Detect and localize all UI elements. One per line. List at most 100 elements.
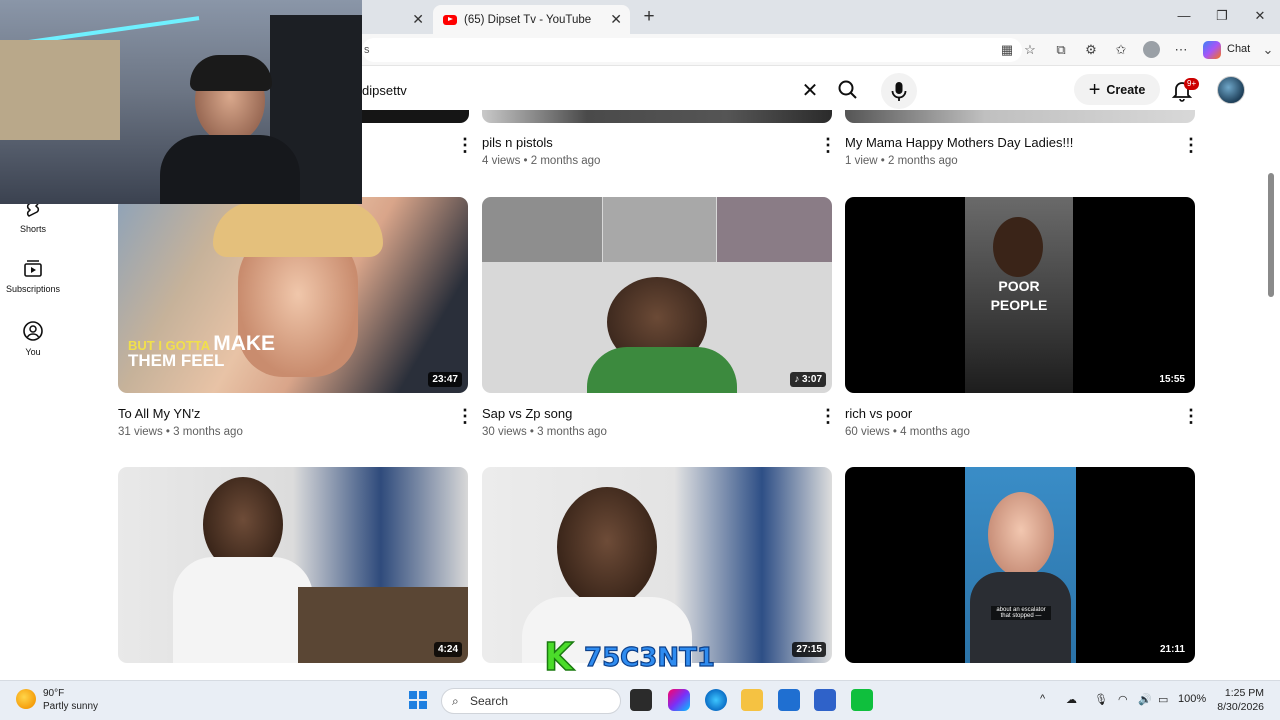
webcam-hat	[190, 55, 272, 91]
video-menu-icon[interactable]	[1182, 135, 1200, 157]
guide-item-you[interactable]: You	[0, 320, 66, 357]
search-icon	[838, 80, 857, 99]
edge-browser-icon[interactable]	[705, 689, 727, 711]
weather-temp[interactable]: 90°F	[43, 688, 64, 699]
weather-desc: Partly sunny	[43, 701, 99, 712]
video-duration: ♪ 3:07	[790, 372, 826, 387]
search-icon: ⌕	[452, 694, 459, 708]
chat-label[interactable]: Chat	[1227, 43, 1250, 55]
guide-item-subscriptions[interactable]: Subscriptions	[0, 257, 66, 294]
volume-icon[interactable]: 🔊	[1138, 693, 1152, 706]
video-title[interactable]: rich vs poor	[845, 406, 912, 421]
video-title[interactable]: My Mama Happy Mothers Day Ladies!!!	[845, 135, 1073, 150]
address-bar[interactable]: s	[362, 38, 1022, 62]
battery-percent: 100%	[1178, 693, 1207, 705]
video-thumbnail[interactable]: BUT I GOTTA MAKE THEM FEEL 23:47	[118, 197, 468, 393]
clock-date[interactable]: 8/30/2026	[1216, 701, 1264, 713]
more-menu-icon[interactable]: ⋯	[1173, 42, 1189, 58]
wifi-icon[interactable]: ◠	[1118, 693, 1128, 706]
browser-tab[interactable]: ✕	[362, 5, 432, 34]
svg-text:K: K	[544, 635, 575, 679]
weather-icon[interactable]	[16, 689, 36, 709]
video-thumbnail[interactable]: 4:24	[118, 467, 468, 663]
file-explorer-icon[interactable]	[741, 689, 763, 711]
scrollbar-thumb[interactable]	[1268, 173, 1274, 297]
svg-text:75C3NT1: 75C3NT1	[584, 643, 715, 673]
screen: ✕ (65) Dipset Tv - YouTube ✕ + — ❐ ✕ s ▦…	[0, 0, 1280, 720]
microphone-icon	[891, 82, 907, 101]
video-thumbnail[interactable]	[845, 110, 1195, 123]
thumbnail-text: THEM FEEL	[128, 351, 225, 370]
taskbar-search-label: Search	[470, 694, 509, 708]
taskbar-search[interactable]: ⌕ Search	[441, 688, 621, 714]
close-tab-icon[interactable]: ✕	[412, 11, 424, 28]
microsoft-store-icon[interactable]	[778, 689, 800, 711]
search-button[interactable]	[832, 74, 864, 106]
video-meta: 1 view • 2 months ago	[845, 155, 958, 167]
search-input[interactable]: dipsettv	[362, 74, 828, 106]
clock-time[interactable]: 1:25 PM	[1224, 687, 1264, 699]
tab-title: (65) Dipset Tv - YouTube	[464, 13, 592, 26]
thumbnail-shirt	[587, 347, 737, 393]
clear-search-icon[interactable]: ✕	[799, 78, 821, 103]
show-hidden-icons-icon[interactable]: ^	[1040, 693, 1045, 705]
copilot-app-icon[interactable]	[668, 689, 690, 711]
browser-tab-active[interactable]: (65) Dipset Tv - YouTube ✕	[433, 5, 630, 34]
video-thumbnail[interactable]: POOR PEOPLE 15:55	[845, 197, 1195, 393]
video-menu-icon[interactable]	[819, 406, 837, 428]
url-text: s	[364, 44, 370, 56]
video-menu-icon[interactable]	[819, 135, 837, 157]
battery-icon[interactable]: ▭	[1158, 693, 1168, 706]
subscriptions-icon	[24, 260, 42, 277]
youtube-favicon-icon	[443, 14, 457, 25]
extensions-icon[interactable]: ⚙	[1083, 42, 1099, 58]
streamer-watermark: K 75C3NT1	[543, 634, 715, 680]
thumbnail-shirt	[173, 557, 313, 663]
close-tab-icon[interactable]: ✕	[610, 11, 622, 28]
video-menu-icon[interactable]	[456, 406, 474, 428]
favorite-star-icon[interactable]: ☆	[1022, 42, 1038, 58]
account-avatar[interactable]	[1217, 76, 1245, 104]
close-window-icon[interactable]: ✕	[1250, 8, 1270, 24]
video-meta: 30 views • 3 months ago	[482, 426, 607, 438]
guide-label: Shorts	[19, 224, 46, 234]
video-menu-icon[interactable]	[1182, 406, 1200, 428]
apps-icon[interactable]: ▦	[999, 42, 1015, 58]
minimize-icon[interactable]: —	[1174, 8, 1194, 23]
new-tab-icon[interactable]: +	[639, 6, 659, 28]
video-thumbnail[interactable]	[482, 110, 832, 123]
tab-actions-icon[interactable]: ⧉	[1053, 42, 1069, 58]
favorites-icon[interactable]: ✩	[1113, 42, 1129, 58]
browser-profile-avatar[interactable]	[1143, 41, 1160, 58]
windows-start-icon[interactable]	[409, 691, 427, 709]
video-duration: 27:15	[792, 642, 826, 657]
video-menu-icon[interactable]	[456, 135, 474, 157]
you-icon	[23, 321, 43, 341]
create-button[interactable]: + Create	[1074, 74, 1160, 105]
thumbnail-text: PEOPLE	[990, 297, 1048, 313]
outlook-icon[interactable]	[814, 689, 836, 711]
video-duration: 21:11	[1155, 642, 1189, 657]
video-title[interactable]: Sap vs Zp song	[482, 406, 572, 421]
thumbnail-face	[993, 217, 1043, 277]
webcam-overlay	[0, 0, 362, 204]
video-title[interactable]: pils n pistols	[482, 135, 553, 150]
game-app-icon[interactable]	[851, 689, 873, 711]
task-view-icon[interactable]	[630, 689, 652, 711]
voice-search-button[interactable]	[881, 73, 917, 109]
video-duration: 15:55	[1155, 372, 1189, 387]
video-meta: 60 views • 4 months ago	[845, 426, 970, 438]
chevron-down-icon[interactable]: ⌄	[1260, 42, 1276, 58]
video-thumbnail[interactable]	[362, 110, 469, 123]
webcam-window	[0, 40, 120, 140]
onedrive-icon[interactable]: ☁	[1066, 693, 1077, 706]
microphone-tray-icon[interactable]: 🎙	[1094, 693, 1108, 706]
maximize-icon[interactable]: ❐	[1212, 8, 1232, 24]
page-scrollbar[interactable]	[1266, 66, 1280, 678]
guide-label: You	[25, 347, 41, 357]
plus-icon: +	[1088, 78, 1101, 101]
video-title[interactable]: To All My YN'z	[118, 406, 200, 421]
video-thumbnail[interactable]: ♪ 3:07	[482, 197, 832, 393]
copilot-icon[interactable]	[1203, 41, 1221, 59]
video-thumbnail[interactable]: about an escalator that stopped — 21:11	[845, 467, 1195, 663]
